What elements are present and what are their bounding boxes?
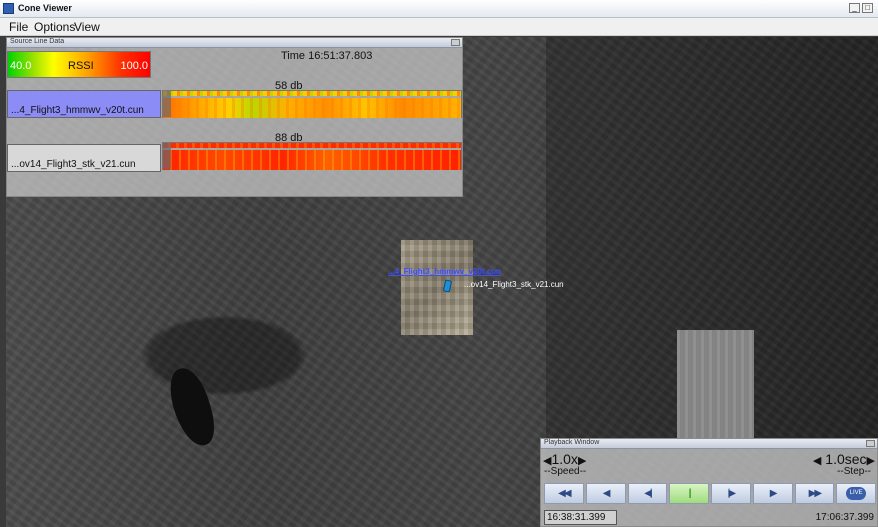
- source-panel-title: Source Line Data: [10, 38, 65, 45]
- map-track-label-1[interactable]: ...4_Flight3_hmmwv_v20t.cun: [388, 267, 501, 276]
- maximize-button[interactable]: □: [862, 3, 873, 13]
- rewind-fast-icon: ◀◀: [558, 488, 571, 499]
- playback-end-time: 17:06:37.399: [815, 512, 874, 523]
- speed-label: --Speed--: [544, 466, 587, 477]
- rssi-max-label: 100.0: [120, 60, 148, 72]
- playback-controls: ◀◀ ◀ ◀| || |▶ ▶ ▶▶ LIVE: [544, 483, 876, 504]
- rewind-button[interactable]: ◀: [585, 483, 626, 504]
- track-2-band-main: [163, 150, 461, 170]
- rewind-fast-button[interactable]: ◀◀: [544, 483, 584, 504]
- hires-imagery-tile: [401, 240, 473, 335]
- app-icon: [3, 3, 14, 14]
- track-2-rssi-strip[interactable]: [162, 142, 462, 170]
- fast-forward-button[interactable]: ▶▶: [794, 483, 835, 504]
- fast-forward-icon: ▶▶: [808, 488, 822, 499]
- source-panel-title-bar[interactable]: Source Line Data: [7, 38, 462, 48]
- step-value: 1.0sec: [825, 451, 867, 467]
- rssi-label: RSSI: [68, 60, 94, 72]
- step-back-button[interactable]: ◀|: [627, 483, 668, 504]
- play-icon: ▶: [769, 488, 778, 499]
- step-forward-button[interactable]: |▶: [711, 483, 751, 504]
- track-1-cursor: [163, 91, 171, 117]
- source-line-data-panel: Source Line Data 40.0 RSSI 100.0 Time 16…: [6, 37, 463, 197]
- minimize-button[interactable]: _: [849, 3, 860, 13]
- speed-spinner[interactable]: ◀1.0x▶: [543, 451, 586, 467]
- window-title: Cone Viewer: [18, 3, 72, 13]
- track-2-band-top: [163, 143, 461, 148]
- track-1-band-top: [163, 91, 461, 96]
- track-1-rssi-strip[interactable]: [162, 90, 462, 118]
- live-icon: LIVE: [846, 487, 867, 500]
- pause-icon: ||: [688, 488, 693, 499]
- speed-value: 1.0x: [551, 451, 578, 467]
- imagery-tile: [677, 330, 754, 440]
- pause-button[interactable]: ||: [669, 483, 709, 504]
- step-decrease-icon[interactable]: ◀: [813, 454, 821, 467]
- menu-bar: File Options View: [0, 18, 878, 36]
- rssi-color-legend: 40.0 RSSI 100.0: [7, 51, 151, 78]
- map-lake: [164, 363, 220, 451]
- step-label: --Step--: [837, 466, 871, 477]
- live-button[interactable]: LIVE: [836, 483, 876, 504]
- playback-title: Playback Window: [544, 439, 600, 446]
- playback-start-time[interactable]: 16:38:31.399: [544, 510, 617, 525]
- source-panel-close-icon[interactable]: [451, 39, 460, 46]
- playback-close-icon[interactable]: [866, 440, 875, 447]
- step-forward-icon: |▶: [727, 488, 736, 499]
- playback-title-bar[interactable]: Playback Window: [541, 439, 877, 449]
- menu-view[interactable]: View: [74, 20, 100, 34]
- playback-time-slider[interactable]: 16:38:31.399 17:06:37.399: [544, 510, 876, 526]
- map-track-label-2[interactable]: ...ov14_Flight3_stk_v21.cun: [464, 280, 564, 289]
- track-2-cursor: [163, 143, 171, 169]
- step-spinner[interactable]: ◀ 1.0sec▶: [813, 451, 875, 467]
- track-1-band-main: [163, 98, 461, 118]
- window-title-bar: Cone Viewer _ □: [0, 0, 878, 18]
- step-back-icon: ◀|: [644, 488, 652, 499]
- rewind-icon: ◀: [602, 488, 611, 499]
- menu-options[interactable]: Options: [34, 20, 75, 34]
- time-readout: Time 16:51:37.803: [281, 50, 373, 62]
- menu-file[interactable]: File: [9, 20, 28, 34]
- track-2-name[interactable]: ...ov14_Flight3_stk_v21.cun: [7, 144, 161, 172]
- rssi-min-label: 40.0: [10, 60, 32, 72]
- track-1-name[interactable]: ...4_Flight3_hmmwv_v20t.cun: [7, 90, 161, 118]
- playback-window: Playback Window ◀1.0x▶ --Speed-- ◀ 1.0se…: [540, 438, 878, 527]
- play-button[interactable]: ▶: [752, 483, 793, 504]
